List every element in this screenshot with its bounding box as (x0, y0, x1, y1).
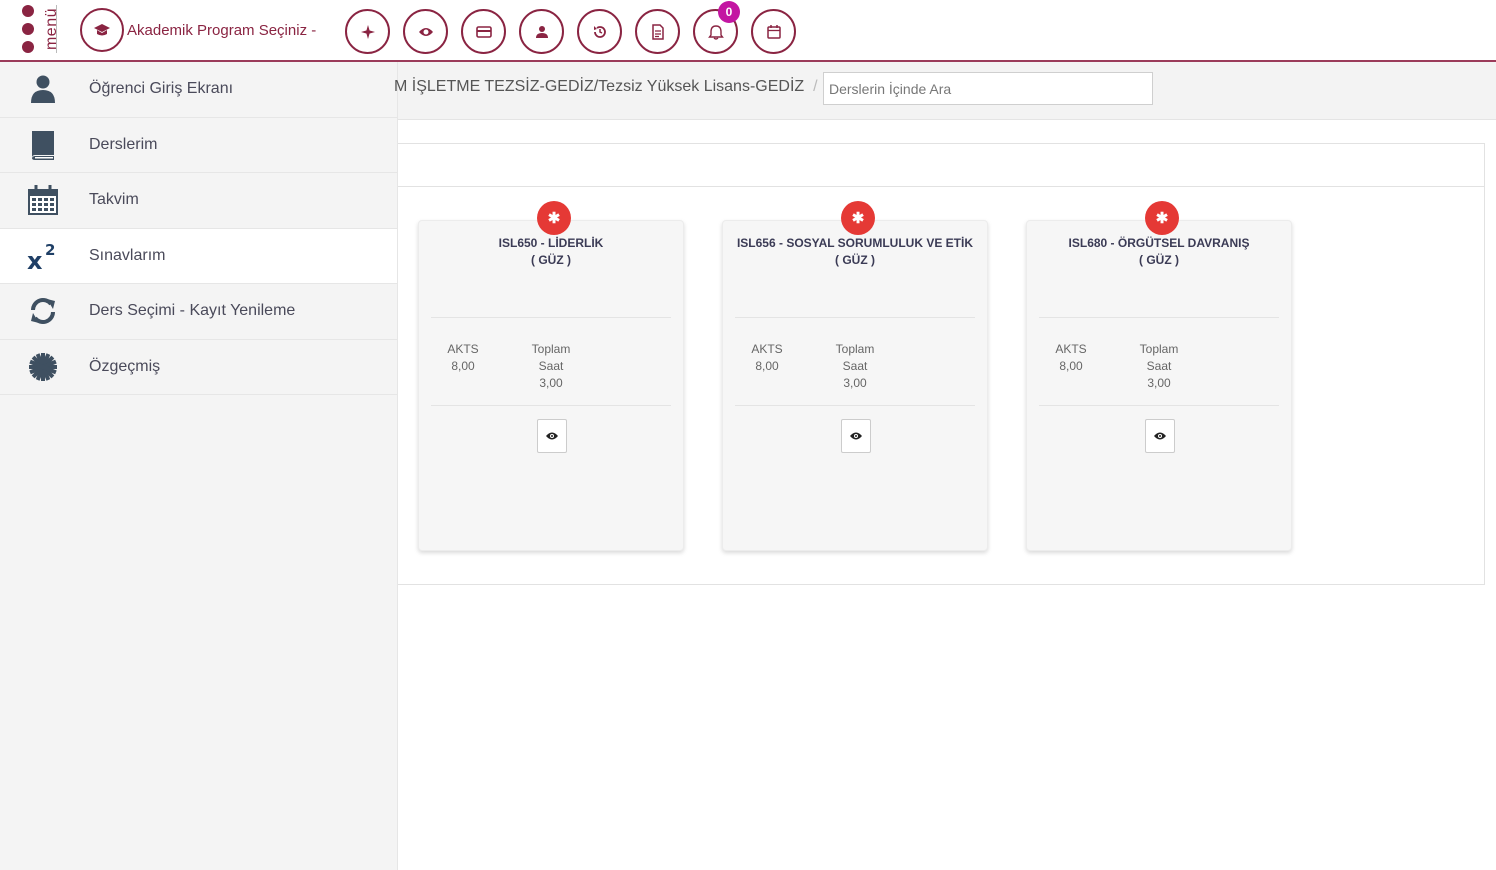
breadcrumb-path[interactable]: M İŞLETME TEZSİZ-GEDİZ/Tezsiz Yüksek Lis… (394, 78, 804, 95)
hours-value: 3,00 (539, 376, 563, 390)
sidebar: Öğrenci Giriş Ekranı Derslerim Takvim x2… (0, 62, 398, 870)
hours-label: Toplam (1139, 342, 1179, 356)
sidebar-item-label: Ders Seçimi - Kayıt Yenileme (89, 302, 296, 320)
course-title: ISL680 - ÖRGÜTSEL DAVRANIŞ ( GÜZ ) (1037, 235, 1281, 269)
menu-toggle[interactable]: menü (18, 2, 62, 56)
divider (735, 317, 975, 318)
divider (1039, 317, 1279, 318)
program-select-button[interactable]: Akademik Program Seçiniz - (80, 8, 316, 52)
user-icon[interactable] (519, 9, 564, 54)
divider (1039, 405, 1279, 406)
divider (56, 5, 57, 53)
sidebar-item-calendar[interactable]: Takvim (0, 173, 397, 229)
sidebar-item-label: Öğrenci Giriş Ekranı (89, 80, 234, 98)
hours-label: Saat (538, 359, 564, 373)
hours-label: Saat (1146, 359, 1172, 373)
akts-label: AKTS (1055, 342, 1087, 356)
menu-dot-icon (22, 5, 34, 17)
divider (431, 405, 671, 406)
eye-icon[interactable] (403, 9, 448, 54)
course-code-name: ISL650 - LİDERLİK (498, 236, 604, 250)
refresh-icon (23, 297, 63, 325)
course-card: ✱ ISL656 - SOSYAL SORUMLULUK VE ETİK ( G… (722, 201, 988, 551)
program-select-label: Akademik Program Seçiniz - (127, 21, 317, 39)
bell-icon (707, 24, 724, 40)
panel-header (398, 144, 1484, 187)
akts-label: AKTS (447, 342, 479, 356)
svg-text:x: x (27, 247, 43, 270)
courses-panel: ✱ ISL650 - LİDERLİK ( GÜZ ) AKTS 8,00 To… (398, 143, 1485, 585)
breadcrumb: M İŞLETME TEZSİZ-GEDİZ/Tezsiz Yüksek Lis… (394, 78, 826, 96)
hours-label: Toplam (835, 342, 875, 356)
calendar-icon[interactable] (751, 9, 796, 54)
course-code-name: ISL680 - ÖRGÜTSEL DAVRANIŞ (1068, 236, 1250, 250)
view-course-button[interactable] (841, 419, 871, 453)
sidebar-item-courses[interactable]: Derslerim (0, 118, 397, 173)
course-title: ISL650 - LİDERLİK ( GÜZ ) (429, 235, 673, 269)
course-term: ( GÜZ ) (835, 253, 875, 267)
eye-icon (1154, 432, 1166, 440)
notification-count-badge: 0 (718, 1, 740, 23)
sidebar-item-label: Özgeçmiş (89, 357, 161, 375)
asterisk-icon: ✱ (537, 201, 571, 235)
document-icon[interactable] (635, 9, 680, 54)
sidebar-item-label: Derslerim (89, 135, 158, 153)
breadcrumb-bar: M İŞLETME TEZSİZ-GEDİZ/Tezsiz Yüksek Lis… (394, 62, 1496, 120)
hours-label: Toplam (531, 342, 571, 356)
top-bar: menü Akademik Program Seçiniz - 0 (0, 0, 1496, 62)
divider (735, 405, 975, 406)
superscript-icon: x2 (23, 242, 63, 270)
hours-stat: Toplam Saat 3,00 (827, 341, 883, 392)
header-icon-bar: 0 (345, 1, 796, 54)
gear-icon (23, 352, 63, 381)
sidebar-item-label: Takvim (89, 191, 139, 209)
course-term: ( GÜZ ) (531, 253, 571, 267)
course-term: ( GÜZ ) (1139, 253, 1179, 267)
menu-dot-icon (22, 23, 34, 35)
course-card: ✱ ISL650 - LİDERLİK ( GÜZ ) AKTS 8,00 To… (418, 201, 684, 551)
hours-label: Saat (842, 359, 868, 373)
menu-label: menü (43, 7, 61, 51)
akts-stat: AKTS 8,00 (439, 341, 487, 375)
svg-text:2: 2 (45, 242, 55, 259)
divider (431, 317, 671, 318)
sidebar-item-student-home[interactable]: Öğrenci Giriş Ekranı (0, 62, 397, 118)
book-icon (23, 129, 63, 161)
calendar-icon (23, 185, 63, 216)
eye-icon (850, 432, 862, 440)
graduation-cap-icon (80, 8, 124, 52)
notifications-button[interactable]: 0 (693, 1, 740, 54)
user-icon (23, 75, 63, 104)
akts-stat: AKTS 8,00 (743, 341, 791, 375)
asterisk-icon: ✱ (1145, 201, 1179, 235)
history-icon[interactable] (577, 9, 622, 54)
view-course-button[interactable] (537, 419, 567, 453)
sidebar-item-course-selection[interactable]: Ders Seçimi - Kayıt Yenileme (0, 284, 397, 340)
asterisk-icon: ✱ (841, 201, 875, 235)
course-card: ✱ ISL680 - ÖRGÜTSEL DAVRANIŞ ( GÜZ ) AKT… (1026, 201, 1292, 551)
akts-value: 8,00 (451, 359, 475, 373)
sidebar-item-resume[interactable]: Özgeçmiş (0, 340, 397, 395)
course-search-input[interactable] (823, 72, 1153, 105)
hours-value: 3,00 (1147, 376, 1171, 390)
view-course-button[interactable] (1145, 419, 1175, 453)
hours-value: 3,00 (843, 376, 867, 390)
course-title: ISL656 - SOSYAL SORUMLULUK VE ETİK ( GÜZ… (733, 235, 977, 269)
sidebar-item-exams[interactable]: x2 Sınavlarım (0, 228, 397, 284)
hours-stat: Toplam Saat 3,00 (523, 341, 579, 392)
akts-stat: AKTS 8,00 (1047, 341, 1095, 375)
akts-value: 8,00 (755, 359, 779, 373)
course-code-name: ISL656 - SOSYAL SORUMLULUK VE ETİK (736, 236, 974, 250)
compass-icon[interactable] (345, 9, 390, 54)
sidebar-item-label: Sınavlarım (89, 246, 166, 264)
breadcrumb-separator: / (813, 78, 818, 95)
menu-dot-icon (22, 41, 34, 53)
akts-value: 8,00 (1059, 359, 1083, 373)
eye-icon (546, 432, 558, 440)
akts-label: AKTS (751, 342, 783, 356)
hours-stat: Toplam Saat 3,00 (1131, 341, 1187, 392)
credit-card-icon[interactable] (461, 9, 506, 54)
